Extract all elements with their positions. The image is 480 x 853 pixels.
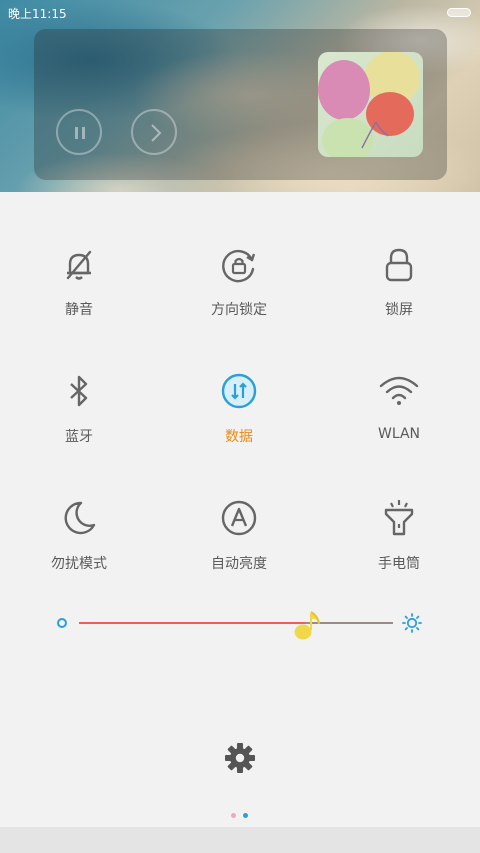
toggle-label: WLAN <box>377 426 420 442</box>
next-button[interactable] <box>131 109 177 155</box>
moon-icon <box>64 501 96 535</box>
auto-brightness-icon <box>221 500 257 536</box>
toggle-mobile-data[interactable]: 数据 <box>179 372 299 472</box>
mobile-data-icon <box>221 373 257 409</box>
toggle-label: 手电筒 <box>378 556 420 572</box>
battery-icon <box>447 8 471 17</box>
toggle-do-not-disturb[interactable]: 勿扰模式 <box>19 499 139 599</box>
brightness-high-icon <box>402 613 422 633</box>
toggle-lock-screen[interactable]: 锁屏 <box>339 245 459 345</box>
brightness-low-icon <box>57 618 67 628</box>
toggle-rotation-lock[interactable]: 方向锁定 <box>179 245 299 345</box>
bluetooth-icon <box>70 375 88 407</box>
toggle-wlan[interactable]: WLAN <box>339 372 459 472</box>
bottom-bar <box>0 827 480 853</box>
notification-header: 晚上11:15 <box>0 0 480 192</box>
flashlight-icon <box>384 500 414 536</box>
brightness-slider[interactable] <box>56 606 426 642</box>
toggle-label: 蓝牙 <box>65 429 93 445</box>
toggle-label: 自动亮度 <box>211 556 267 572</box>
next-icon <box>151 124 162 142</box>
music-note-thumb-icon[interactable] <box>291 608 327 642</box>
toggle-flashlight[interactable]: 手电筒 <box>339 499 459 599</box>
wifi-icon <box>379 376 419 405</box>
toggle-auto-brightness[interactable]: 自动亮度 <box>179 499 299 599</box>
toggle-bluetooth[interactable]: 蓝牙 <box>19 372 139 472</box>
balloons-image <box>318 52 423 157</box>
lock-icon <box>385 248 413 282</box>
pause-icon <box>75 127 85 139</box>
toggle-label: 锁屏 <box>385 302 413 318</box>
bell-muted-icon <box>66 250 92 280</box>
rotation-lock-icon <box>222 249 256 283</box>
settings-gear-icon[interactable] <box>224 742 256 774</box>
album-art[interactable] <box>318 52 423 157</box>
toggle-silent[interactable]: 静音 <box>19 245 139 345</box>
toggle-label: 静音 <box>65 302 93 318</box>
page-indicator-dot <box>231 813 236 818</box>
page-indicator-dot-active <box>243 813 248 818</box>
toggle-label: 勿扰模式 <box>51 556 107 572</box>
pause-button[interactable] <box>56 109 102 155</box>
toggle-label: 方向锁定 <box>211 302 267 318</box>
media-player-card[interactable] <box>34 29 447 180</box>
slider-fill <box>79 622 305 624</box>
status-time: 晚上11:15 <box>8 7 67 21</box>
toggle-label: 数据 <box>225 429 253 445</box>
